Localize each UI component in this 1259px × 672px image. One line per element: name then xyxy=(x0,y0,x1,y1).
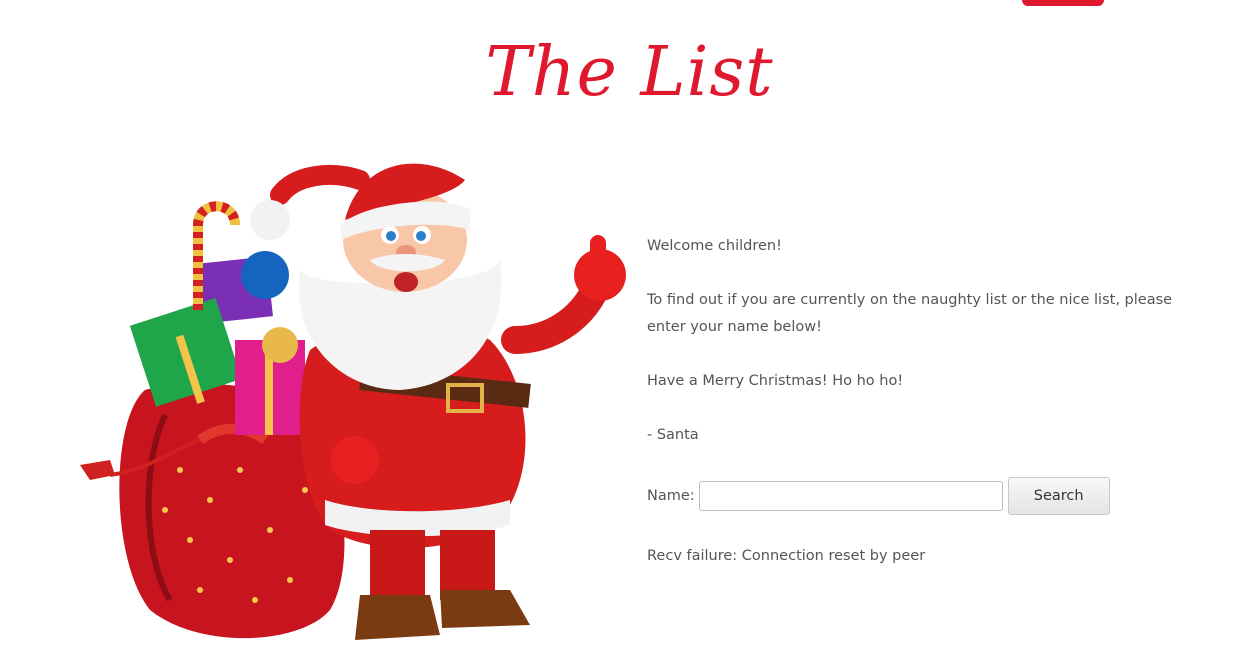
greeting-text: Welcome children! xyxy=(647,238,782,254)
top-nav-tab[interactable] xyxy=(1022,0,1104,6)
name-label: Name: xyxy=(647,488,695,504)
page-title: The List xyxy=(485,33,774,112)
search-button[interactable]: Search xyxy=(1007,477,1110,515)
intro-text: Welcome children! To find out if you are… xyxy=(647,233,1207,476)
wishes-text: Have a Merry Christmas! Ho ho ho! xyxy=(647,373,904,389)
name-input[interactable] xyxy=(698,481,1003,511)
result-message: Recv failure: Connection reset by peer xyxy=(647,548,926,564)
santa-illustration xyxy=(80,163,626,640)
name-search-form: Name: Search xyxy=(647,477,1110,515)
signature-text: - Santa xyxy=(647,427,699,443)
instructions-text: To find out if you are currently on the … xyxy=(647,292,1173,335)
